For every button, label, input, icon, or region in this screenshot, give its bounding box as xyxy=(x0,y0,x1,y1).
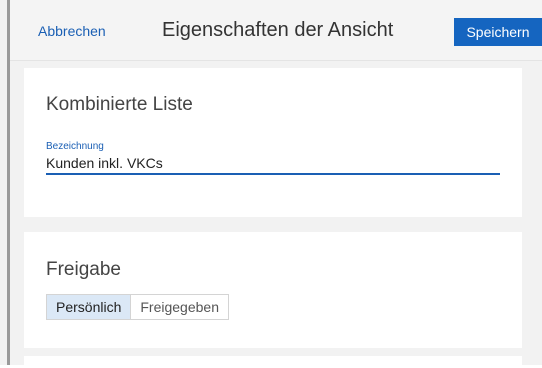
view-properties-dialog: Abbrechen Eigenschaften der Ansicht Spei… xyxy=(0,0,542,368)
name-field[interactable] xyxy=(46,153,500,175)
share-option-shared[interactable]: Freigegeben xyxy=(130,295,228,319)
cancel-button[interactable]: Abbrechen xyxy=(38,23,106,39)
dialog-header: Abbrechen Eigenschaften der Ansicht Spei… xyxy=(10,0,542,61)
dialog-title: Eigenschaften der Ansicht xyxy=(162,19,394,41)
share-card-title: Freigabe xyxy=(46,259,121,280)
name-field-label: Bezeichnung xyxy=(46,141,104,152)
share-option-personal[interactable]: Persönlich xyxy=(47,295,131,319)
save-button[interactable]: Speichern xyxy=(454,18,542,46)
share-toggle: Persönlich Freigegeben xyxy=(46,294,229,320)
next-card xyxy=(24,356,522,368)
list-card: Kombinierte Liste Bezeichnung xyxy=(24,68,522,217)
share-card: Freigabe Persönlich Freigegeben xyxy=(24,232,522,348)
list-card-title: Kombinierte Liste xyxy=(46,94,193,115)
